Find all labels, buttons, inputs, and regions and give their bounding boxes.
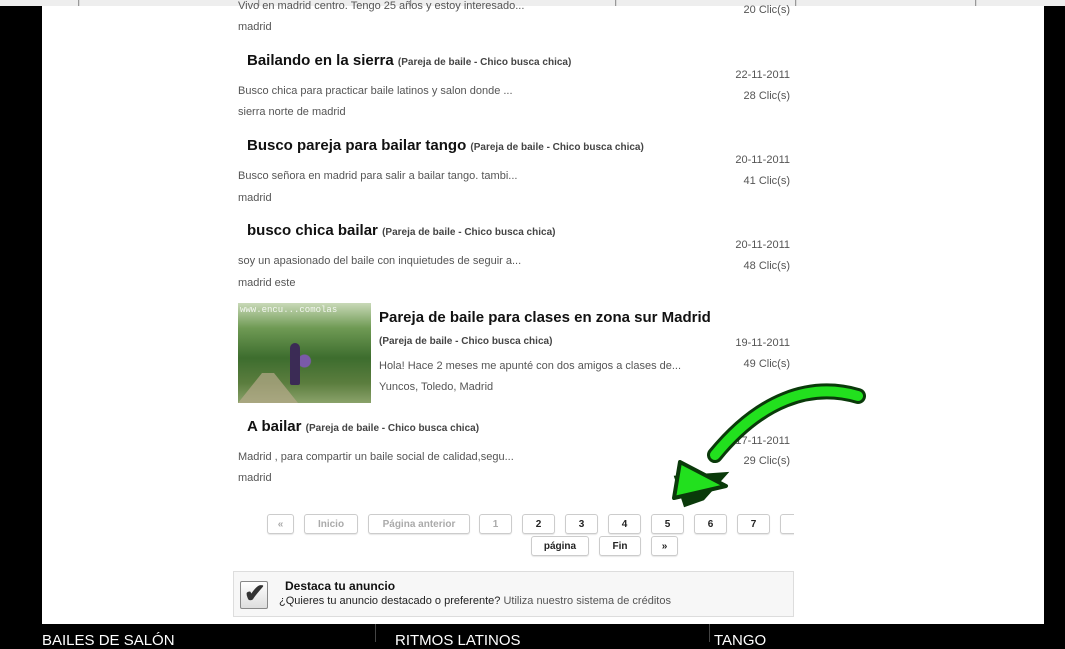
pager-page-button[interactable]: 2 [522,514,555,534]
pager-page-button[interactable]: 6 [694,514,727,534]
footer-link-bailes[interactable]: BAILES DE SALÓN [42,632,175,649]
pager-next-button[interactable]: página [531,536,589,556]
listing-date: 20-11-2011 [735,239,790,251]
listing-title-link[interactable]: Pareja de baile para clases en zona sur … [379,309,711,326]
feature-title: Destaca tu anuncio [285,579,396,593]
listing-description: Busco chica para practicar baile latinos… [238,85,513,97]
listing-category: (Pareja de baile - Chico busca chica) [397,57,572,68]
listing-clicks: 49 Clic(s) [743,358,790,370]
credits-link[interactable]: Utiliza nuestro sistema de créditos [503,595,671,607]
listing-clicks: 20 Clic(s) [743,4,790,16]
listing-location: madrid [238,472,272,484]
listing-clicks: 48 Clic(s) [743,260,790,272]
footer-nav: BAILES DE SALÓN RITMOS LATINOS TANGO [0,624,1065,649]
listing-description: Madrid , para compartir un baile social … [238,451,514,463]
listing-clicks: 41 Clic(s) [743,175,790,187]
feature-question: ¿Quieres tu anuncio destacado o preferen… [279,595,501,607]
pager-start-button[interactable]: Inicio [304,514,358,534]
listing-date: 22-11-2011 [735,69,790,81]
pager-page-button[interactable]: 1 [479,514,512,534]
listing-clicks: 28 Clic(s) [743,90,790,102]
pager-page-button[interactable]: 5 [651,514,684,534]
listing-title-link[interactable]: Bailando en la sierra [247,52,394,69]
pager-page-button[interactable]: 3 [565,514,598,534]
annotation-arrow-icon [672,383,866,508]
feature-text: ¿Quieres tu anuncio destacado o preferen… [279,595,671,607]
listing-title-link[interactable]: busco chica bailar [247,222,378,239]
thumbnail-person [290,343,300,385]
pager-page-button[interactable]: 4 [608,514,641,534]
footer-link-tango[interactable]: TANGO [714,632,766,649]
listing-category: (Pareja de baile - Chico busca chica) [382,227,556,238]
listing-category: (Pareja de baile - Chico busca chica) [305,423,480,434]
listing-thumbnail[interactable]: www.encu...comolas [238,303,371,403]
pager-page-button[interactable]: 7 [737,514,770,534]
footer-divider [709,624,710,642]
listing-title-link[interactable]: A bailar [247,418,301,435]
listing-date: 19-11-2011 [735,337,790,349]
pager-end-button[interactable]: Fin [599,536,641,556]
thumbnail-path [238,373,298,403]
listing-description: Busco señora en madrid para salir a bail… [238,170,518,182]
listing-location: madrid este [238,277,296,289]
listing-category: (Pareja de baile - Chico busca chica) [379,336,553,347]
listing-location: Yuncos, Toledo, Madrid [379,381,494,393]
footer-link-ritmos[interactable]: RITMOS LATINOS [395,632,521,649]
feature-ad-box: ✔ Destaca tu anuncio ¿Quieres tu anuncio… [233,571,794,617]
listing-category: (Pareja de baile - Chico busca chica) [470,142,644,153]
listing-date: 20-11-2011 [735,154,790,166]
pager-last-button[interactable]: » [651,536,678,556]
listing-location: sierra norte de madrid [238,106,346,118]
listing-location: madrid [238,21,272,33]
page-content: Vivo en madrid centro. Tengo 25 años y e… [42,0,1044,624]
listing-title-link[interactable]: Busco pareja para bailar tango [247,137,466,154]
listing-description: Vivo en madrid centro. Tengo 25 años y e… [238,0,525,12]
pager-prev-button[interactable]: Página anterior [368,514,470,534]
listing-location: madrid [238,192,272,204]
checkmark-icon: ✔ [240,578,268,609]
listing-description: soy un apasionado del baile con inquietu… [238,255,522,267]
pagination: « Inicio Página anterior 1 2 3 4 5 6 7 8… [238,510,794,566]
listing-description: Hola! Hace 2 meses me apunté con dos ami… [379,360,682,372]
pager-page-button[interactable]: 8 [780,514,794,534]
pager-first-button[interactable]: « [267,514,294,534]
footer-divider [375,624,376,642]
thumbnail-watermark: www.encu...comolas [240,305,338,315]
